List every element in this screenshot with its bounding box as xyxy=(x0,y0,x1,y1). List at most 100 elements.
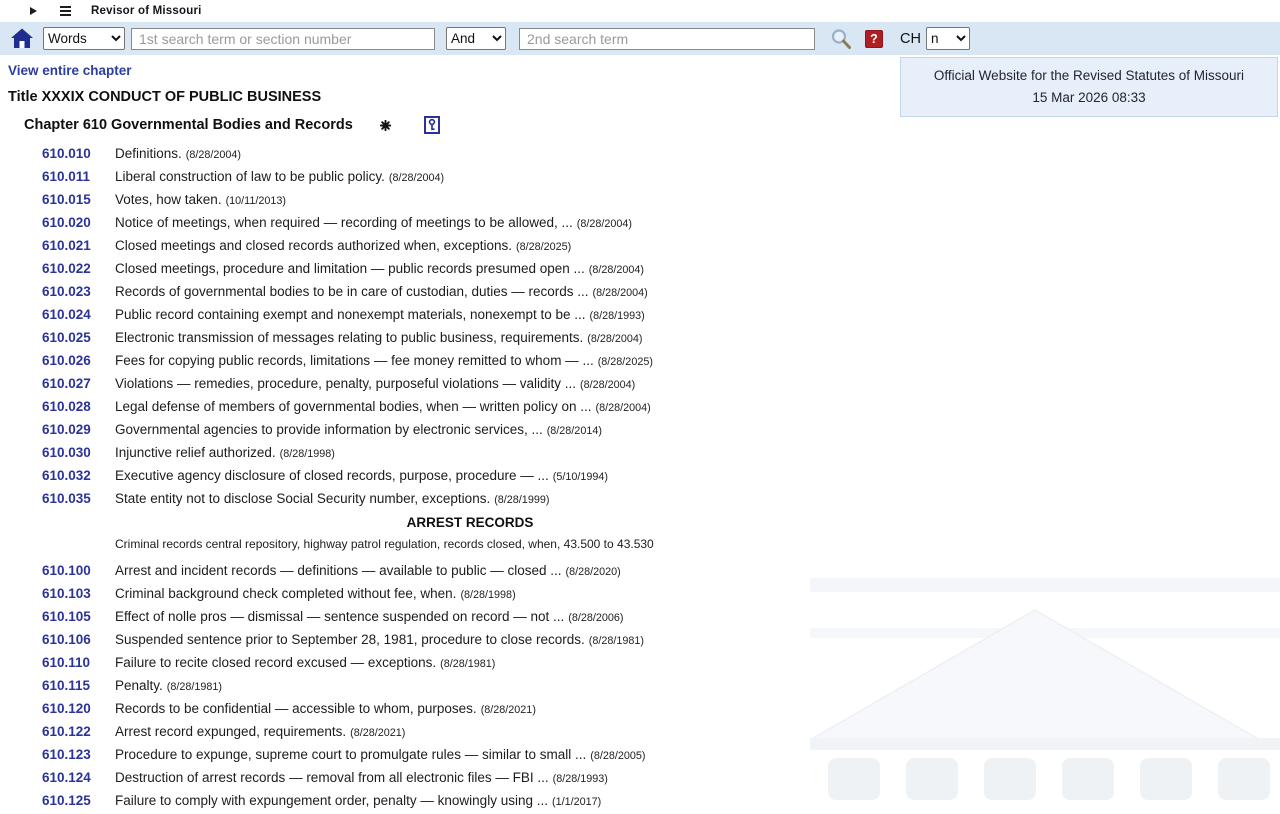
section-row: 610.025 Electronic transmission of messa… xyxy=(42,326,932,349)
section-number-link[interactable]: 610.120 xyxy=(42,697,100,720)
arrest-records-heading: ARREST RECORDS xyxy=(8,511,932,534)
section-number-link[interactable]: 610.123 xyxy=(42,743,100,766)
section-description-text: Procedure to expunge, supreme court to p… xyxy=(115,747,586,762)
section-number-link[interactable]: 610.021 xyxy=(42,234,100,257)
section-date: (8/28/1981) xyxy=(589,635,644,647)
section-description-text: State entity not to disclose Social Secu… xyxy=(115,491,490,506)
section-number-link[interactable]: 610.106 xyxy=(42,628,100,651)
search-icon[interactable] xyxy=(830,28,852,50)
section-description-text: Legal defense of members of governmental… xyxy=(115,399,592,414)
section-date: (8/28/2004) xyxy=(389,172,444,184)
section-date: (1/1/2017) xyxy=(552,796,601,808)
section-number-link[interactable]: 610.124 xyxy=(42,766,100,789)
section-description: Votes, how taken.(10/11/2013) xyxy=(115,188,286,213)
section-date: (8/28/2004) xyxy=(587,333,642,345)
official-website-box: Official Website for the Revised Statute… xyxy=(900,57,1278,117)
section-row: 610.125 Failure to comply with expungeme… xyxy=(42,789,932,812)
section-row: 610.021 Closed meetings and closed recor… xyxy=(42,234,932,257)
section-row: 610.029 Governmental agencies to provide… xyxy=(42,418,932,441)
section-row: 610.122 Arrest record expunged, requirem… xyxy=(42,720,932,743)
section-number-link[interactable]: 610.022 xyxy=(42,257,100,280)
section-date: (10/11/2013) xyxy=(226,195,286,207)
section-date: (5/10/1994) xyxy=(553,471,608,483)
section-number-link[interactable]: 610.023 xyxy=(42,280,100,303)
section-description-text: Criminal background check completed with… xyxy=(115,586,456,601)
section-date: (8/28/2021) xyxy=(350,727,405,739)
section-number-link[interactable]: 610.115 xyxy=(42,674,100,697)
section-description-text: Governmental agencies to provide informa… xyxy=(115,422,543,437)
section-date: (8/28/1993) xyxy=(553,773,608,785)
section-row: 610.024 Public record containing exempt … xyxy=(42,303,932,326)
section-date: (8/28/2004) xyxy=(593,287,648,299)
section-number-link[interactable]: 610.035 xyxy=(42,487,100,510)
section-description: Arrest record expunged, requirements.(8/… xyxy=(115,720,405,745)
section-number-link[interactable]: 610.020 xyxy=(42,211,100,234)
section-row: 610.105 Effect of nolle pros — dismissal… xyxy=(42,605,932,628)
section-description: Closed meetings, procedure and limitatio… xyxy=(115,257,644,282)
section-number-link[interactable]: 610.011 xyxy=(42,165,100,188)
official-website-line: Official Website for the Revised Statute… xyxy=(905,65,1273,87)
section-number-link[interactable]: 610.029 xyxy=(42,418,100,441)
section-list-general: 610.010 Definitions.(8/28/2004) 610.011 … xyxy=(8,142,932,510)
help-button[interactable]: ? xyxy=(865,30,883,48)
section-date: (8/28/2004) xyxy=(580,379,635,391)
section-number-link[interactable]: 610.100 xyxy=(42,559,100,582)
section-description-text: Fees for copying public records, limitat… xyxy=(115,353,594,368)
section-description: Injunctive relief authorized.(8/28/1998) xyxy=(115,441,335,466)
section-description-text: Arrest and incident records — definition… xyxy=(115,563,561,578)
search-input-1[interactable] xyxy=(131,28,435,50)
section-number-link[interactable]: 610.122 xyxy=(42,720,100,743)
home-icon[interactable] xyxy=(10,28,34,49)
menu-icon[interactable] xyxy=(60,6,71,16)
section-number-link[interactable]: 610.103 xyxy=(42,582,100,605)
section-number-link[interactable]: 610.125 xyxy=(42,789,100,812)
section-description: Executive agency disclosure of closed re… xyxy=(115,464,608,489)
section-description: Failure to recite closed record excused … xyxy=(115,651,495,676)
section-description: Records to be confidential — accessible … xyxy=(115,697,536,722)
section-row: 610.023 Records of governmental bodies t… xyxy=(42,280,932,303)
section-description-text: Liberal construction of law to be public… xyxy=(115,169,385,184)
section-date: (8/28/2020) xyxy=(565,566,620,578)
chapter-history-key-icon[interactable] xyxy=(424,116,440,134)
section-description: Fees for copying public records, limitat… xyxy=(115,349,653,374)
section-description: Failure to comply with expungement order… xyxy=(115,789,601,814)
section-number-link[interactable]: 610.025 xyxy=(42,326,100,349)
chapter-select[interactable]: n xyxy=(926,27,970,50)
section-date: (8/28/2004) xyxy=(589,264,644,276)
section-number-link[interactable]: 610.026 xyxy=(42,349,100,372)
section-row: 610.026 Fees for copying public records,… xyxy=(42,349,932,372)
search-type-select[interactable]: Words xyxy=(43,27,125,50)
section-description: Records of governmental bodies to be in … xyxy=(115,280,648,305)
section-number-link[interactable]: 610.015 xyxy=(42,188,100,211)
expand-arrow-icon[interactable] xyxy=(30,7,37,15)
section-number-link[interactable]: 610.027 xyxy=(42,372,100,395)
section-description: Effect of nolle pros — dismissal — sente… xyxy=(115,605,623,630)
section-description-text: Violations — remedies, procedure, penalt… xyxy=(115,376,576,391)
section-row: 610.010 Definitions.(8/28/2004) xyxy=(42,142,932,165)
section-date: (8/28/1981) xyxy=(167,681,222,693)
search-operator-select[interactable]: And xyxy=(446,27,506,50)
section-number-link[interactable]: 610.030 xyxy=(42,441,100,464)
section-number-link[interactable]: 610.110 xyxy=(42,651,100,674)
section-date: (8/28/2004) xyxy=(596,402,651,414)
section-date: (8/28/1981) xyxy=(440,658,495,670)
section-number-link[interactable]: 610.032 xyxy=(42,464,100,487)
section-description: Notice of meetings, when required — reco… xyxy=(115,211,632,236)
search-input-2[interactable] xyxy=(519,28,815,50)
section-description: Definitions.(8/28/2004) xyxy=(115,142,241,167)
section-row: 610.035 State entity not to disclose Soc… xyxy=(42,487,932,510)
section-number-link[interactable]: 610.028 xyxy=(42,395,100,418)
section-row: 610.022 Closed meetings, procedure and l… xyxy=(42,257,932,280)
section-description-text: Destruction of arrest records — removal … xyxy=(115,770,549,785)
section-number-link[interactable]: 610.010 xyxy=(42,142,100,165)
section-description: Governmental agencies to provide informa… xyxy=(115,418,602,443)
view-entire-chapter-link[interactable]: View entire chapter xyxy=(8,63,132,78)
section-description: Arrest and incident records — definition… xyxy=(115,559,621,584)
section-number-link[interactable]: 610.024 xyxy=(42,303,100,326)
window-titlebar: Revisor of Missouri xyxy=(0,0,1280,22)
section-number-link[interactable]: 610.105 xyxy=(42,605,100,628)
app-title: Revisor of Missouri xyxy=(91,5,202,17)
section-description-text: Records to be confidential — accessible … xyxy=(115,701,477,716)
chapter-heading-row: Chapter 610 Governmental Bodies and Reco… xyxy=(24,116,932,134)
section-row: 610.032 Executive agency disclosure of c… xyxy=(42,464,932,487)
